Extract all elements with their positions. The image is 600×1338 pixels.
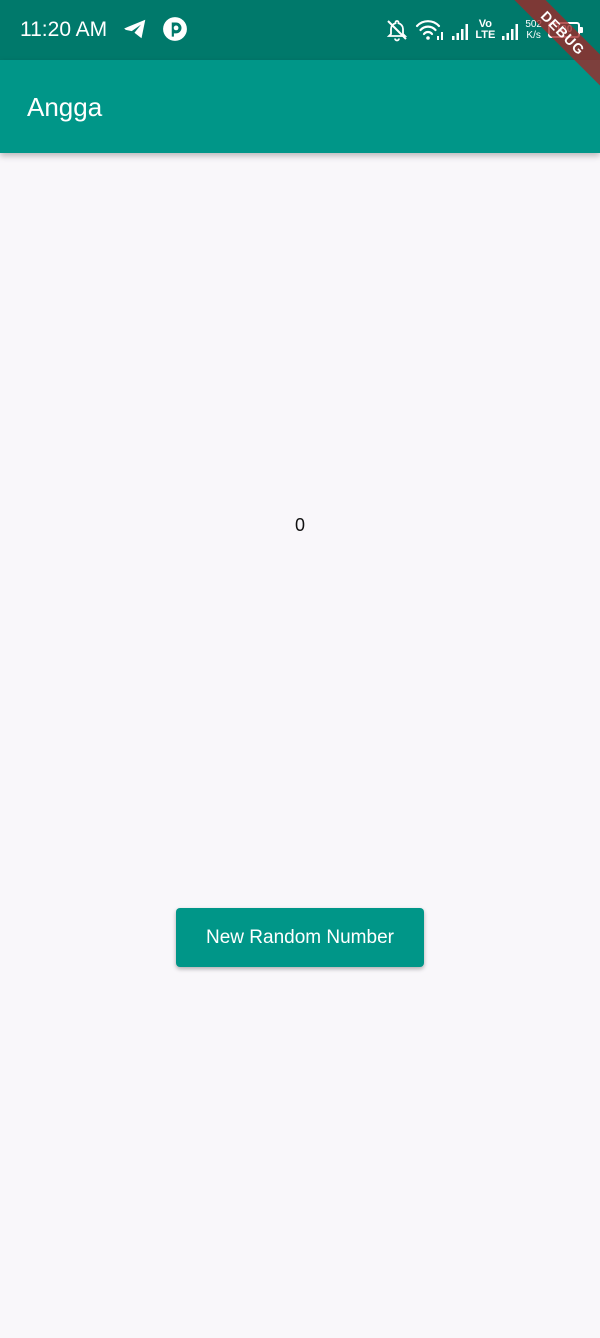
new-random-number-button[interactable]: New Random Number <box>176 908 424 967</box>
speed-unit: K/s <box>526 30 541 41</box>
status-bar: 11:20 AM Vo LTE 502 K/s <box>0 0 600 60</box>
wifi-icon <box>416 20 444 40</box>
status-left-icons <box>122 16 188 42</box>
bell-off-icon <box>387 20 408 42</box>
app-title: Angga <box>27 92 103 122</box>
random-number-display: 0 <box>294 515 305 535</box>
volte-indicator: Vo LTE <box>475 19 495 41</box>
status-time: 11:20 AM <box>20 18 108 41</box>
app-screen: 11:20 AM Vo LTE 502 K/s DEBUG Angga 0 Ne… <box>0 0 600 1338</box>
app-bar: Angga <box>0 60 600 153</box>
volte-bottom: LTE <box>475 29 496 41</box>
signal-icon <box>452 24 469 40</box>
telegram-icon <box>124 19 146 39</box>
app-notification-icon <box>163 17 187 41</box>
signal-icon-2 <box>502 24 519 40</box>
